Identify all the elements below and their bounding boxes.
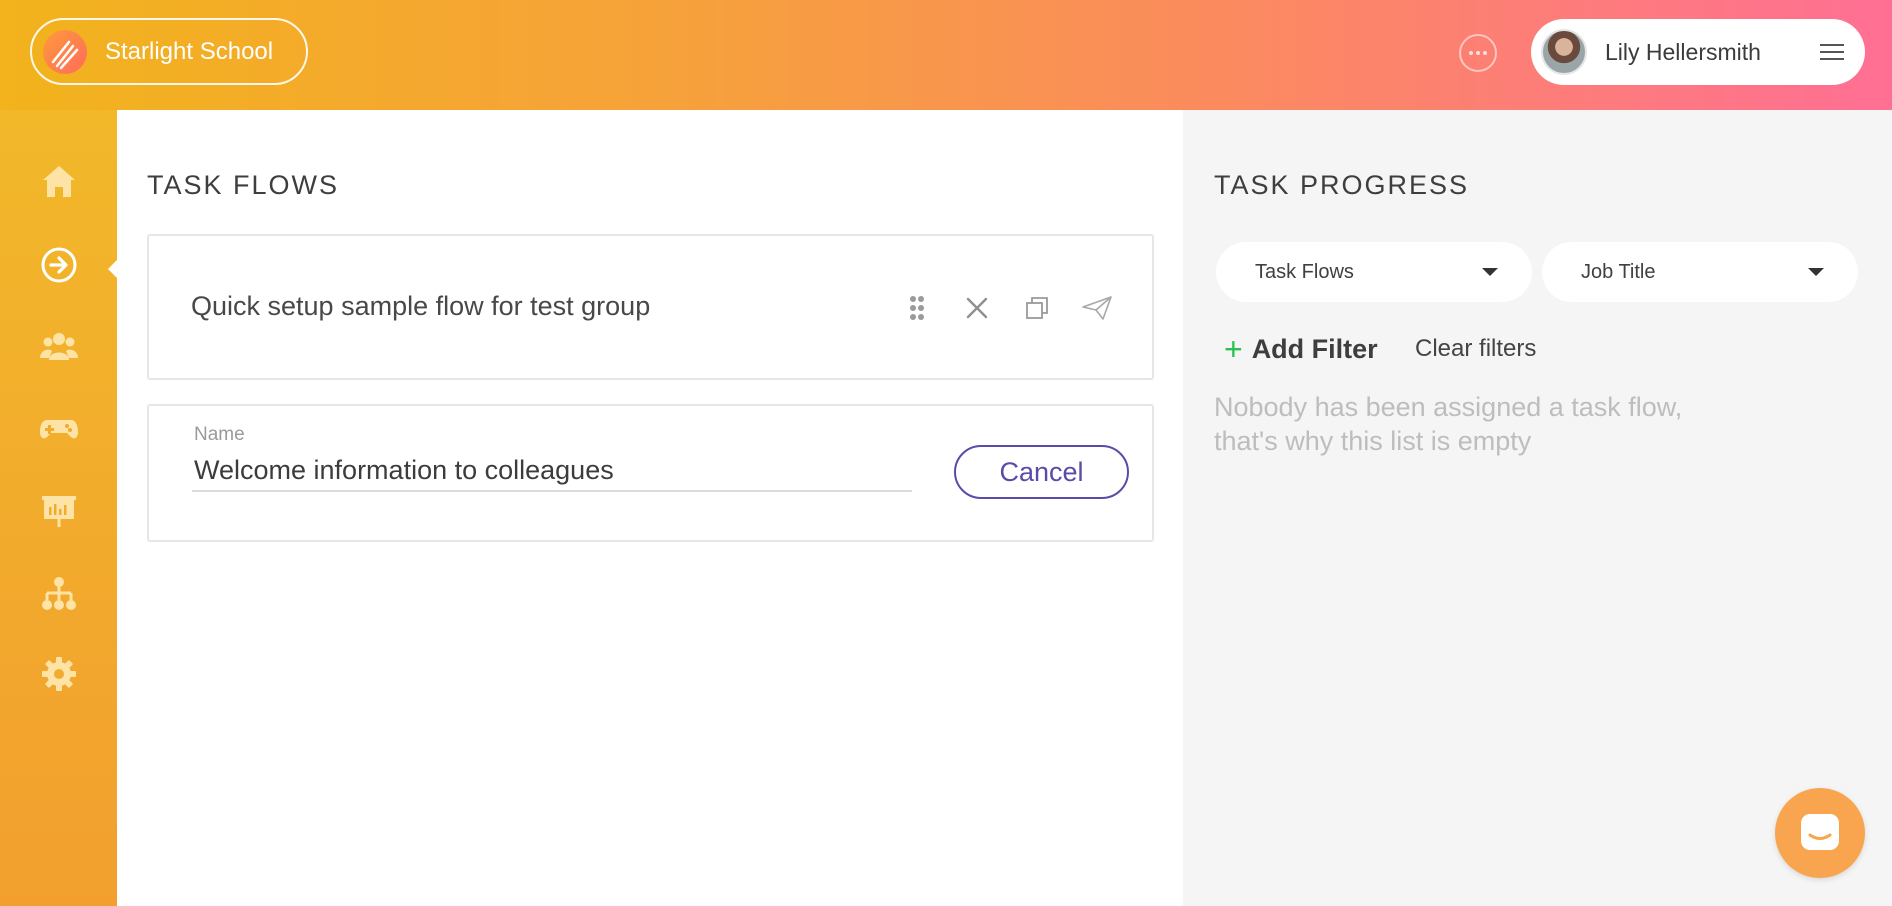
sidebar-item-organization[interactable] — [0, 566, 117, 622]
more-options-button[interactable] — [1459, 34, 1497, 72]
add-filter-label: Add Filter — [1251, 333, 1378, 364]
cancel-button[interactable]: Cancel — [954, 445, 1129, 499]
chevron-down-icon — [1808, 268, 1824, 276]
page-title: TASK FLOWS — [147, 170, 340, 200]
presentation-board-icon — [41, 496, 76, 527]
empty-state-line-1: Nobody has been assigned a task flow, — [1214, 392, 1683, 422]
job-title-filter-dropdown[interactable]: Job Title — [1542, 242, 1858, 302]
group-icon — [39, 333, 78, 360]
drag-handle-icon[interactable] — [900, 291, 934, 325]
task-flows-filter-label: Task Flows — [1255, 260, 1354, 283]
sidebar-item-task-flows[interactable] — [0, 237, 117, 293]
gamepad-icon — [39, 420, 78, 439]
chat-icon — [1801, 814, 1839, 850]
school-switcher[interactable]: Starlight School — [30, 18, 308, 85]
sidebar-item-settings[interactable] — [0, 646, 117, 702]
empty-state-line-2: that's why this list is empty — [1214, 426, 1532, 456]
chat-launcher-button[interactable] — [1775, 788, 1865, 878]
new-task-flow-form: Name Cancel — [147, 404, 1154, 542]
chevron-down-icon — [1482, 268, 1498, 276]
task-flows-filter-dropdown[interactable]: Task Flows — [1216, 242, 1532, 302]
sidebar-item-presentations[interactable] — [0, 483, 117, 539]
send-icon[interactable] — [1080, 291, 1114, 325]
sidebar-item-people[interactable] — [0, 318, 117, 374]
active-indicator — [108, 260, 117, 278]
task-flow-actions — [900, 291, 1114, 325]
job-title-filter-label: Job Title — [1581, 260, 1656, 283]
task-progress-title: TASK PROGRESS — [1214, 170, 1470, 200]
close-icon[interactable] — [960, 291, 994, 325]
name-field-label: Name — [194, 424, 245, 445]
school-name: Starlight School — [105, 37, 274, 65]
name-input[interactable] — [192, 450, 912, 492]
user-menu[interactable]: Lily Hellersmith — [1531, 19, 1865, 85]
plus-icon: + — [1224, 331, 1243, 367]
clear-filters-link[interactable]: Clear filters — [1415, 335, 1536, 363]
org-chart-icon — [41, 577, 76, 610]
task-flow-title[interactable]: Quick setup sample flow for test group — [191, 291, 650, 322]
task-flows-panel: TASK FLOWS Quick setup sample flow for t… — [117, 110, 1183, 906]
copy-icon[interactable] — [1020, 291, 1054, 325]
task-progress-panel: TASK PROGRESS Task Flows Job Title + Add… — [1183, 110, 1892, 906]
task-flow-card[interactable]: Quick setup sample flow for test group — [147, 234, 1154, 380]
more-dots-icon — [1469, 51, 1487, 55]
top-bar: Starlight School Lily Hellersmith — [0, 0, 1892, 110]
home-icon — [42, 166, 75, 197]
sidebar-item-games[interactable] — [0, 400, 117, 456]
sidebar — [0, 110, 117, 906]
gear-icon — [41, 657, 76, 691]
sidebar-item-home[interactable] — [0, 153, 117, 209]
user-name: Lily Hellersmith — [1605, 38, 1761, 65]
school-logo-icon — [43, 29, 87, 74]
hamburger-menu-icon[interactable] — [1820, 44, 1844, 60]
arrow-circle-right-icon — [41, 247, 76, 283]
add-filter-button[interactable]: + Add Filter — [1224, 333, 1378, 365]
avatar[interactable] — [1541, 29, 1587, 75]
empty-state-message: Nobody has been assigned a task flow, th… — [1214, 390, 1714, 458]
